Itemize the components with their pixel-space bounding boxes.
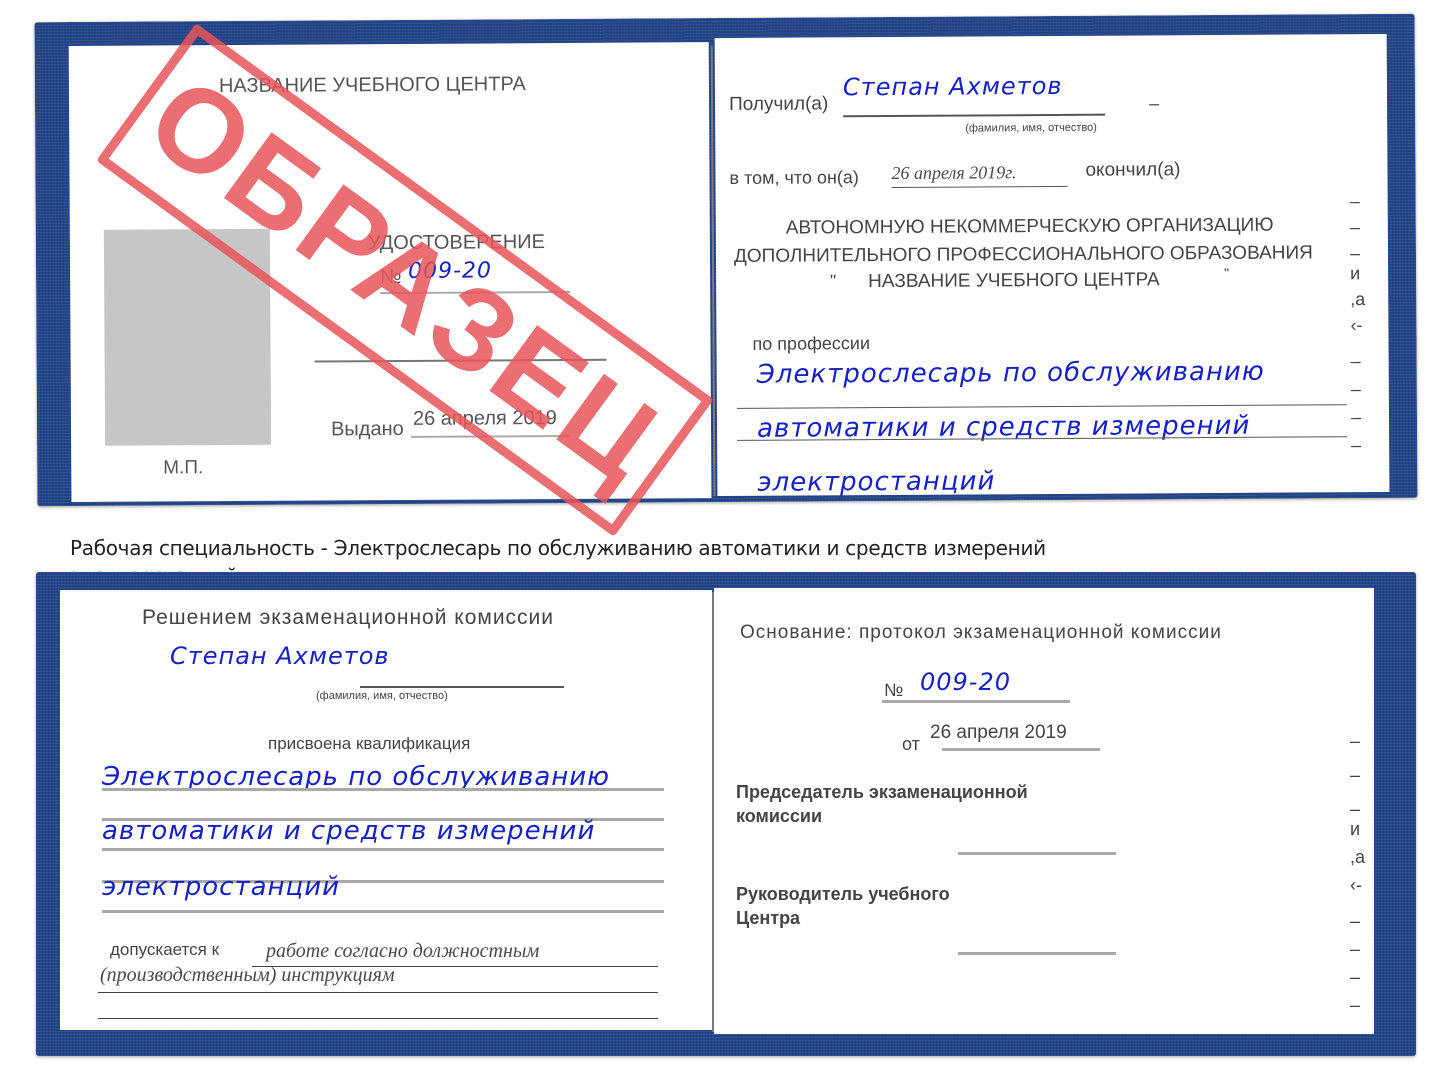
completion-date: 26 апреля 2019г. [891,162,1017,183]
protocol-date: 26 апреля 2019 [930,722,1067,743]
profession-label: по профессии [752,333,871,354]
received-label: Получил(а) [728,93,829,115]
qualification-line-3: электростанций [102,872,341,902]
person-name: Степан Ахметов [170,642,390,670]
chairman-signature-line [958,852,1116,855]
certificate-details-page: Получил(а) Степан Ахметов – (фамилия, им… [714,33,1390,498]
name-hint: (фамилия, имя, отчество) [965,121,1097,135]
edge-mark: – [1350,351,1361,372]
edge-mark: – [1349,217,1360,238]
edge-mark: ‹- [1350,315,1363,336]
decision-title: Решением экзаменационной комиссии [142,606,555,629]
chairman-title-line-2: комиссии [736,806,823,826]
head-signature-line [958,952,1116,955]
edge-mark: – [1350,799,1361,819]
edge-mark: – [1350,731,1361,751]
seal-label: М.П. [163,457,204,479]
qualification-page: Решением экзаменационной комиссии Степан… [60,590,712,1030]
organization-quote-open: " [830,271,837,291]
edge-mark: – [1350,765,1361,785]
head-title-line-1: Руководитель учебного [736,884,950,904]
completed-label: окончил(а) [1085,159,1181,181]
issued-label: Выдано [330,417,404,441]
chairman-title-line-1: Председатель экзаменационной [736,782,1028,802]
edge-mark: – [1350,995,1361,1015]
edge-mark: – [1350,379,1361,400]
edge-mark: – [1350,939,1361,959]
person-name-underline [360,686,564,688]
qualification-line-2: автоматики и средств измерений [102,816,596,846]
protocol-number-label: № [884,680,904,700]
admitted-label: допускается к [110,940,220,959]
admitted-line-2: (производственным) инструкциям [100,964,395,986]
edge-mark: ,а [1350,289,1366,310]
admitted-underline-3 [98,1018,658,1019]
profession-line-3: электростанций [757,466,996,498]
completion-underline [891,185,1068,188]
protocol-number: 009-20 [920,668,1012,696]
head-title-line-2: Центра [736,908,801,928]
page-edge-marks: – – – и ,а ‹- – – – – [1349,191,1367,464]
that-label: в том, что он(а) [729,167,859,188]
protocol-number-underline [882,700,1070,703]
organization-line-3: НАЗВАНИЕ УЧЕБНОГО ЦЕНТРА [868,269,1160,293]
protocol-page: Основание: протокол экзаменационной коми… [714,588,1374,1034]
profession-line-1: Электрослесарь по обслуживанию [756,356,1265,390]
admitted-line-1: работе согласно должностным [266,940,540,962]
admitted-underline-2 [98,992,658,993]
qualification-underline-5 [102,910,664,913]
profession-underline-1 [736,404,1347,409]
qualification-underline-3 [102,848,664,851]
qualification-underline-1 [102,788,664,791]
certificate-booklet-bottom: Решением экзаменационной комиссии Степан… [36,572,1416,1056]
edge-mark: – [1350,407,1362,428]
name-hint: (фамилия, имя, отчество) [316,690,448,702]
edge-mark: ‹- [1350,875,1362,895]
protocol-date-underline [942,748,1100,751]
edge-mark: и [1350,263,1361,284]
basis-title: Основание: протокол экзаменационной коми… [740,622,1222,643]
recipient-name: Степан Ахметов [842,71,1063,102]
edge-mark: – [1350,911,1361,931]
organization-line-1: АВТОНОМНУЮ НЕКОММЕРЧЕСКУЮ ОРГАНИЗАЦИЮ [785,214,1274,239]
organization-quote-close: " [1224,264,1230,281]
protocol-from-label: от [902,734,920,754]
edge-mark: – [1349,191,1360,212]
edge-mark: – [1350,967,1361,987]
recipient-underline [843,113,1106,118]
edge-mark: и [1350,819,1361,839]
edge-mark: – [1349,243,1361,264]
edge-mark: – [1351,435,1362,456]
qualification-label: присвоена квалификация [268,734,471,753]
edge-mark: ,а [1350,847,1366,867]
recipient-dash: – [1148,93,1160,114]
page-edge-marks: – – – и ,а ‹- – – – – [1350,732,1365,1024]
